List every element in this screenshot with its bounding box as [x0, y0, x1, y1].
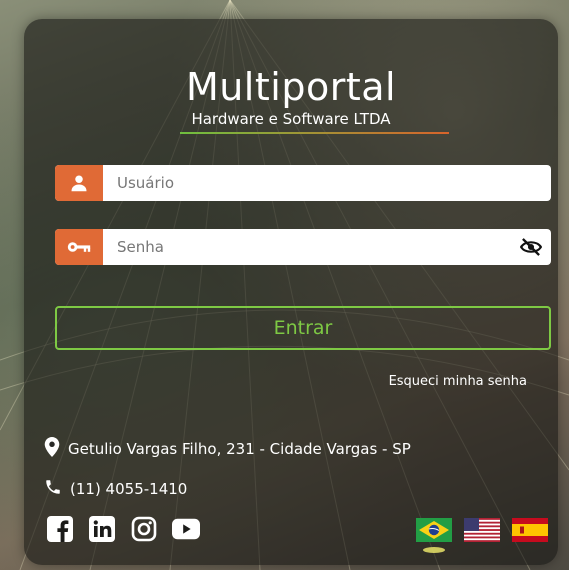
phone-row: (11) 4055-1410 [44, 478, 187, 500]
address-text: Getulio Vargas Filho, 231 - Cidade Varga… [68, 440, 411, 458]
eye-slash-icon[interactable] [511, 238, 551, 256]
language-selector [416, 518, 548, 542]
app-title: Multiportal [185, 65, 397, 109]
selected-language-indicator [423, 547, 445, 553]
linkedin-icon[interactable] [88, 515, 116, 543]
instagram-icon[interactable] [130, 515, 158, 543]
login-button[interactable]: Entrar [55, 306, 551, 350]
phone-icon [44, 478, 62, 500]
login-card: Multiportal Hardware e Software LTDA Ent… [24, 19, 558, 565]
address-row: Getulio Vargas Filho, 231 - Cidade Varga… [44, 437, 411, 461]
brazil-flag-icon[interactable] [416, 518, 452, 542]
password-field [55, 229, 551, 265]
facebook-icon[interactable] [46, 515, 74, 543]
usa-flag-icon[interactable] [464, 518, 500, 542]
username-field [55, 165, 551, 201]
forgot-password-link[interactable]: Esqueci minha senha [389, 374, 527, 389]
username-input[interactable] [103, 165, 551, 201]
spain-flag-icon[interactable] [512, 518, 548, 542]
password-input[interactable] [103, 229, 511, 265]
user-icon [55, 165, 103, 201]
location-pin-icon [44, 437, 60, 461]
social-links [46, 515, 200, 543]
phone-text: (11) 4055-1410 [70, 480, 188, 498]
app-subtitle: Hardware e Software LTDA [191, 110, 391, 128]
youtube-icon[interactable] [172, 515, 200, 543]
key-icon [55, 229, 103, 265]
subtitle-underline [180, 132, 449, 134]
